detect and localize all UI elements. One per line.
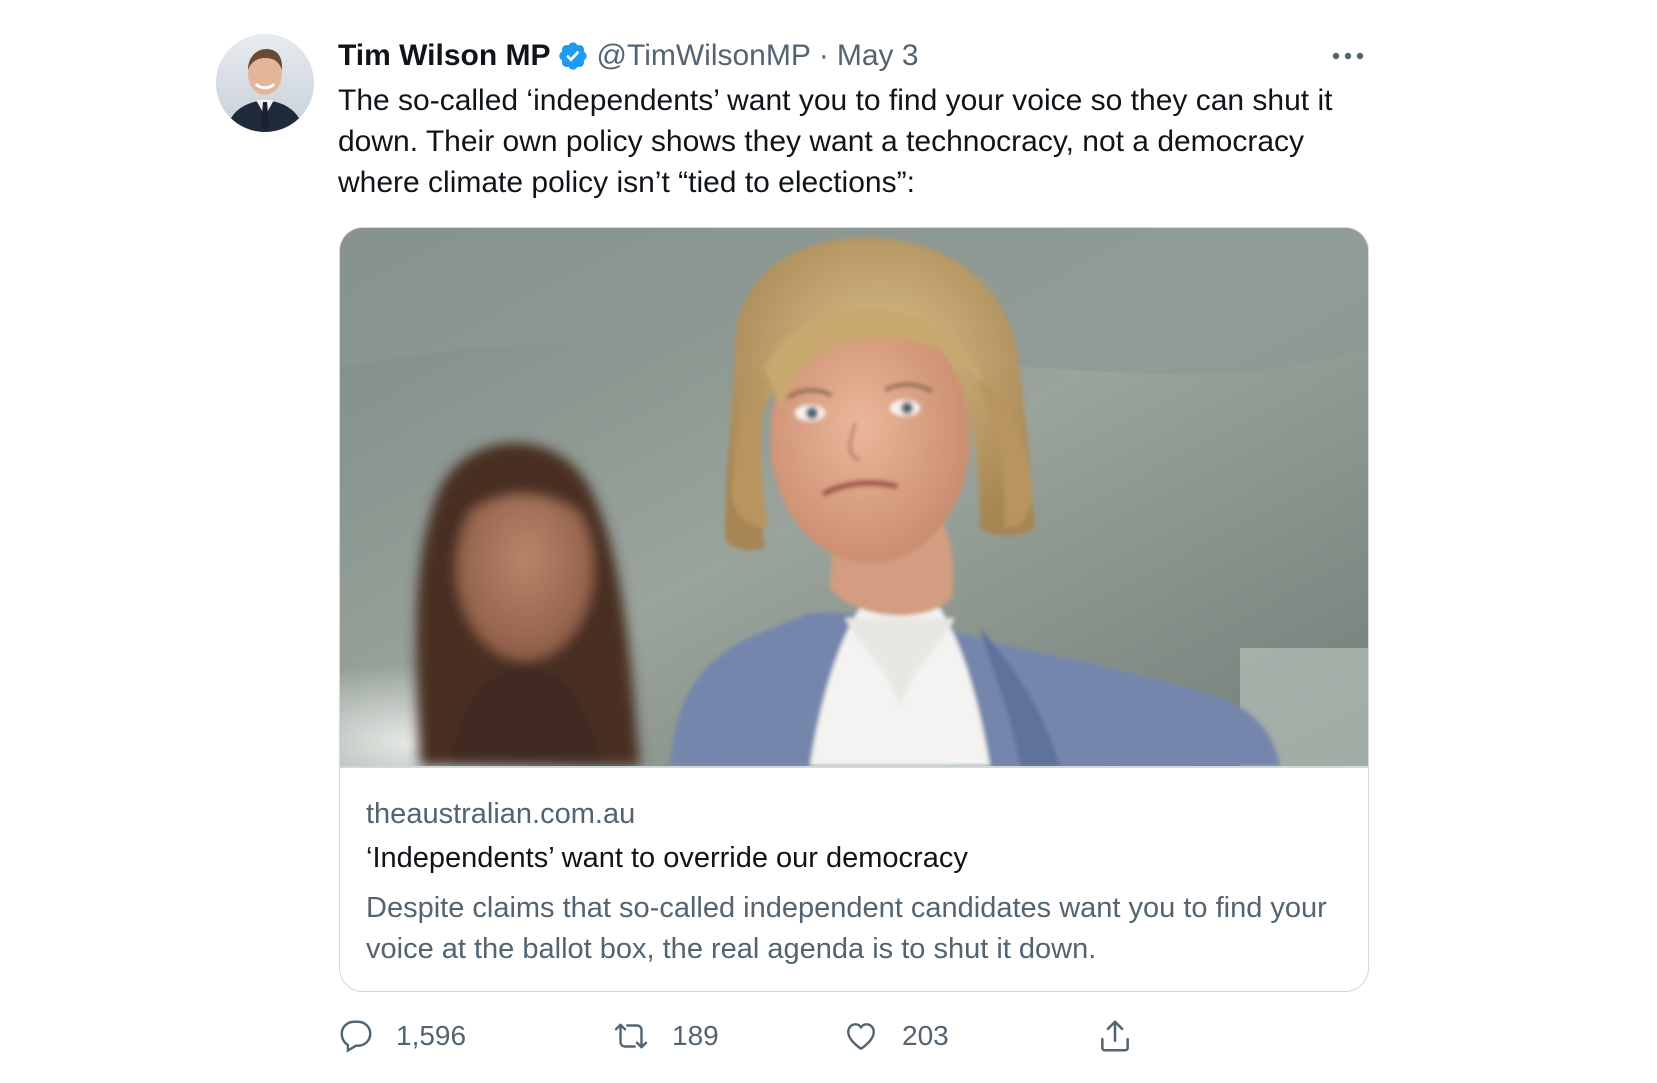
separator-dot: · bbox=[818, 39, 829, 72]
share-button[interactable] bbox=[1096, 1012, 1134, 1060]
retweet-button[interactable]: 189 bbox=[612, 1012, 719, 1060]
heart-icon bbox=[842, 1018, 880, 1054]
reply-icon bbox=[338, 1018, 374, 1054]
retweet-count: 189 bbox=[672, 1020, 719, 1051]
more-options-icon[interactable] bbox=[1328, 40, 1368, 70]
verified-badge-icon bbox=[557, 40, 589, 72]
like-button[interactable]: 203 bbox=[842, 1012, 949, 1060]
card-title: ‘Independents’ want to override our demo… bbox=[366, 842, 968, 874]
like-count: 203 bbox=[902, 1020, 949, 1051]
link-card[interactable]: theaustralian.com.au ‘Independents’ want… bbox=[339, 227, 1369, 992]
handle[interactable]: @TimWilsonMP bbox=[597, 39, 811, 73]
tweet-text: The so-called ‘independents’ want you to… bbox=[338, 84, 1341, 199]
share-icon bbox=[1096, 1017, 1134, 1055]
action-bar: 1,596 189 203 bbox=[338, 1012, 1338, 1062]
reply-count: 1,596 bbox=[396, 1020, 467, 1051]
reply-button[interactable]: 1,596 bbox=[338, 1012, 466, 1060]
retweet-icon bbox=[612, 1018, 650, 1054]
tweet: Tim Wilson MP @TimWilsonMP · May 3 The s… bbox=[0, 0, 1657, 1083]
avatar[interactable] bbox=[216, 34, 314, 132]
display-name[interactable]: Tim Wilson MP bbox=[338, 39, 551, 73]
card-image bbox=[340, 228, 1368, 766]
card-divider bbox=[340, 766, 1368, 768]
tweet-date[interactable]: May 3 bbox=[837, 39, 919, 73]
card-description: Despite claims that so-called independen… bbox=[366, 892, 1327, 965]
tweet-header: Tim Wilson MP @TimWilsonMP · May 3 bbox=[338, 36, 919, 76]
card-domain: theaustralian.com.au bbox=[366, 798, 636, 830]
